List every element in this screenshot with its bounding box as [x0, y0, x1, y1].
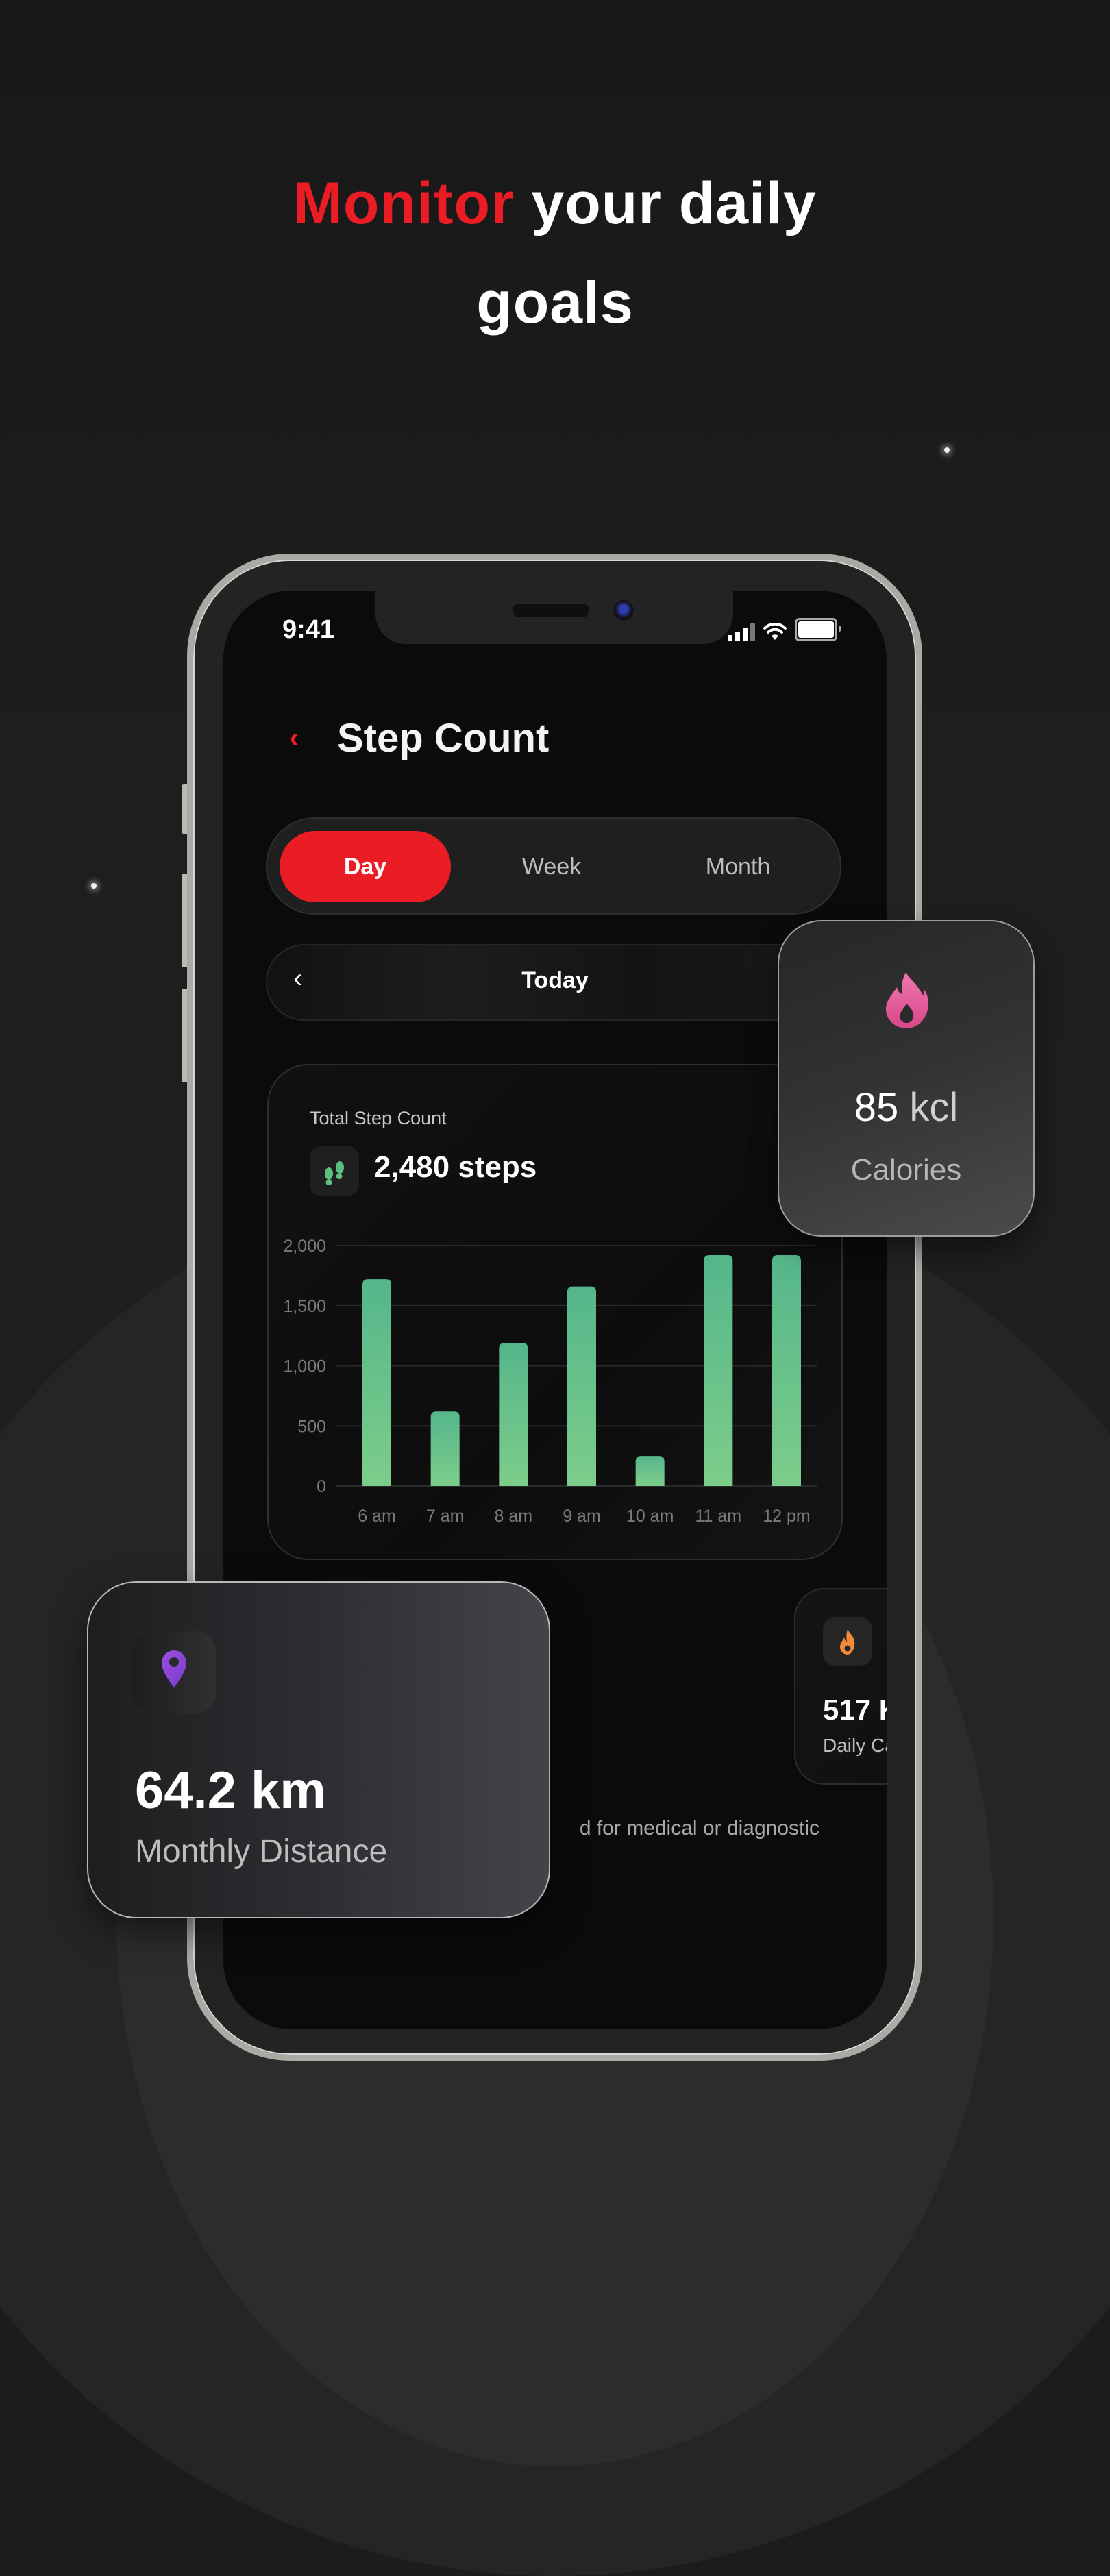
x-tick-label: 9 am — [563, 1507, 601, 1526]
calories-float-card: 85 kcl Calories — [778, 920, 1035, 1237]
calories-float-label: Calories — [850, 1153, 962, 1187]
y-tick-label: 0 — [317, 1477, 326, 1496]
x-tick-label: 11 am — [695, 1507, 742, 1526]
fire-icon — [886, 972, 929, 1028]
fire-icon-box — [823, 1617, 872, 1666]
daily-calories-card[interactable]: 517 KCal Daily Calories — [794, 1588, 887, 1785]
signal-icon — [728, 623, 755, 641]
y-tick-label: 1,500 — [283, 1297, 326, 1316]
notch — [375, 591, 733, 644]
distance-float-card: 64.2 km Monthly Distance — [87, 1581, 550, 1918]
page-title: Step Count — [337, 716, 550, 760]
headline-line2: goals — [476, 270, 634, 336]
y-tick-label: 1,000 — [283, 1357, 326, 1376]
x-tick-label: 7 am — [426, 1507, 465, 1526]
y-tick-label: 500 — [297, 1417, 326, 1436]
daily-calories-value: 517 KCal — [823, 1694, 887, 1726]
y-tick-label: 2,000 — [283, 1237, 326, 1256]
headline-accent: Monitor — [293, 171, 515, 236]
bar[interactable] — [362, 1279, 391, 1486]
x-tick-label: 8 am — [495, 1507, 533, 1526]
tab-day[interactable]: Day — [280, 831, 451, 902]
period-segmented-control: Day Week Month — [266, 817, 841, 915]
step-chart-card: Total Step Count 2,480 steps 0 500 1,000 1,… — [267, 1064, 843, 1560]
back-button[interactable]: ‹ — [289, 721, 299, 755]
bar[interactable] — [430, 1411, 460, 1486]
status-icons — [728, 618, 841, 641]
x-tick-label: 12 pm — [763, 1507, 810, 1526]
bar[interactable] — [635, 1456, 665, 1486]
star-dot — [944, 447, 950, 453]
calories-float-value: 85 kcl — [854, 1085, 959, 1130]
step-bar-chart: 0 500 1,000 1,500 2,000 6 am 7 am 8 am 9 am 10 am… — [283, 1237, 817, 1526]
bar[interactable] — [567, 1286, 596, 1486]
tab-month[interactable]: Month — [652, 831, 824, 902]
wifi-icon — [763, 623, 787, 640]
front-camera — [613, 600, 634, 621]
date-label: Today — [521, 967, 589, 993]
status-time: 9:41 — [282, 615, 335, 644]
chevron-left-icon: ‹ — [289, 721, 299, 754]
monthly-distance-value: 64.2 km — [135, 1761, 326, 1820]
daily-calories-label: Daily Calories — [823, 1735, 887, 1756]
monthly-distance-label: Monthly Distance — [135, 1833, 388, 1870]
bar[interactable] — [704, 1255, 733, 1486]
battery-icon — [795, 618, 841, 641]
x-tick-label: 10 am — [626, 1507, 674, 1526]
speaker-grille — [513, 604, 589, 617]
star-dot — [91, 883, 97, 889]
headline-line1: your daily — [514, 171, 817, 236]
x-tick-label: 6 am — [358, 1507, 396, 1526]
location-pin-icon — [162, 1650, 186, 1688]
location-pin-icon-box — [132, 1631, 216, 1714]
bar[interactable] — [499, 1343, 528, 1486]
fire-icon — [840, 1629, 855, 1655]
bar[interactable] — [772, 1255, 801, 1486]
tab-week[interactable]: Week — [466, 831, 637, 902]
headline: Monitor your daily goals — [0, 154, 1110, 353]
